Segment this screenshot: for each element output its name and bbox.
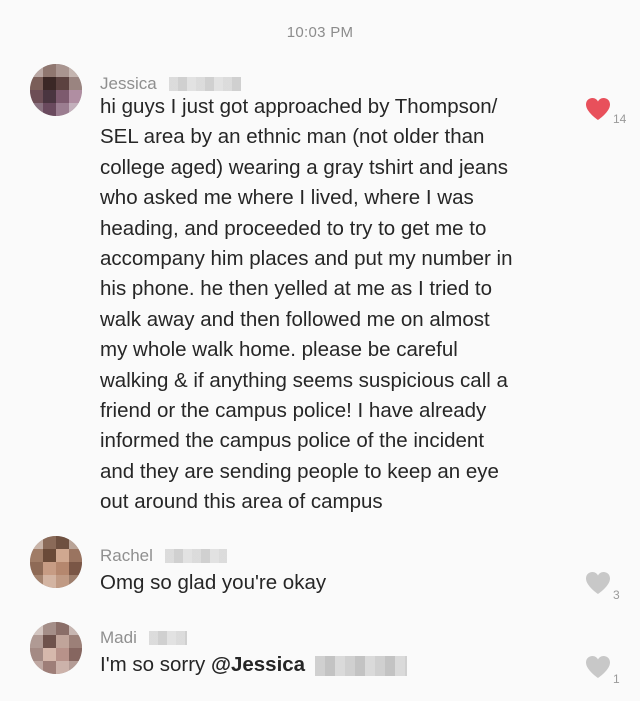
sender-name[interactable]: Madi [100,628,137,648]
message-text: Omg so glad you're okay [100,571,327,594]
mention-link[interactable]: @Jessica [211,653,305,676]
chat-screen: 10:03 PM Jessica hi guys I just got appr… [0,0,640,701]
redacted-surname [149,631,188,645]
like-heart-icon[interactable] [584,570,612,596]
avatar[interactable] [30,64,82,116]
message-text: hi guys I just got approached by Thompso… [100,95,513,514]
like-heart-icon[interactable] [584,96,612,122]
like-count: 3 [613,588,620,602]
message-text-prefix: I'm so sorry [100,653,211,676]
sender-name[interactable]: Rachel [100,546,153,566]
message-text: I'm so sorry @Jessica [100,650,570,680]
like-heart-icon[interactable] [584,654,612,680]
avatar[interactable] [30,536,82,588]
like-count: 14 [613,112,627,126]
redacted-surname [169,77,242,91]
sender-row: Madi [100,628,188,650]
sender-name[interactable]: Jessica [100,74,157,94]
redacted-surname [165,549,228,563]
like-count: 1 [613,672,620,686]
avatar[interactable] [30,622,82,674]
timestamp: 10:03 PM [286,24,354,41]
redacted-mention-surname [315,655,408,676]
sender-row: Rachel [100,546,228,568]
